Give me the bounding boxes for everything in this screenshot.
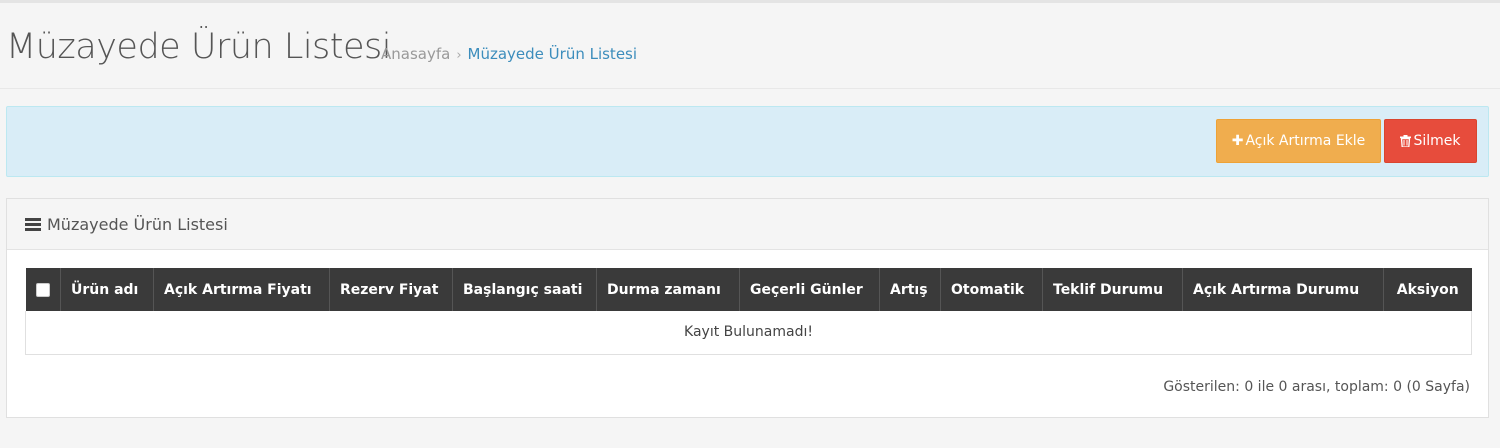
breadcrumb: Anasayfa › Müzayede Ürün Listesi — [381, 45, 637, 63]
pagination-summary: Gösterilen: 0 ile 0 arası, toplam: 0 (0 … — [1163, 379, 1470, 395]
product-table: Ürün adı Açık Artırma Fiyatı Rezerv Fiya… — [25, 268, 1472, 355]
empty-row: Kayıt Bulunamadı! — [25, 311, 1472, 355]
breadcrumb-separator: › — [456, 48, 462, 63]
column-header-action: Aksiyon — [1383, 268, 1472, 311]
column-header-auction-price[interactable]: Açık Artırma Fiyatı — [153, 268, 330, 311]
delete-button[interactable]: Silmek — [1384, 119, 1477, 163]
breadcrumb-home-link[interactable]: Anasayfa — [381, 45, 450, 63]
table-header-row: Ürün adı Açık Artırma Fiyatı Rezerv Fiya… — [25, 268, 1472, 311]
column-header-automatic[interactable]: Otomatik — [940, 268, 1043, 311]
page-header: Müzayede Ürün Listesi Anasayfa › Müzayede … — [0, 3, 1500, 89]
panel-header: Müzayede Ürün Listesi — [7, 199, 1488, 250]
product-list-panel: Müzayede Ürün Listesi Ürün adı Açık Artı… — [6, 198, 1489, 418]
panel-title: Müzayede Ürün Listesi — [47, 214, 228, 234]
empty-message: Kayıt Bulunamadı! — [25, 311, 1472, 355]
column-header-valid-days[interactable]: Geçerli Günler — [739, 268, 880, 311]
trash-icon — [1400, 135, 1412, 147]
column-header-increment[interactable]: Artış — [879, 268, 941, 311]
column-header-start-time[interactable]: Başlangıç saati — [452, 268, 597, 311]
select-all-checkbox[interactable] — [35, 282, 50, 297]
page-title: Müzayede Ürün Listesi — [6, 27, 392, 67]
column-header-auction-status[interactable]: Açık Artırma Durumu — [1182, 268, 1384, 311]
list-icon — [25, 217, 41, 231]
column-header-product-name[interactable]: Ürün adı — [60, 268, 154, 311]
add-auction-button[interactable]: ✚ Açık Artırma Ekle — [1216, 119, 1381, 163]
delete-label: Silmek — [1413, 133, 1461, 149]
plus-icon: ✚ — [1231, 133, 1244, 149]
select-all-cell — [25, 268, 61, 311]
column-header-bid-status[interactable]: Teklif Durumu — [1042, 268, 1183, 311]
breadcrumb-current: Müzayede Ürün Listesi — [467, 45, 638, 63]
column-header-reserve-price[interactable]: Rezerv Fiyat — [329, 268, 453, 311]
add-auction-label: Açık Artırma Ekle — [1245, 133, 1366, 149]
action-bar: ✚ Açık Artırma Ekle Silmek — [6, 106, 1489, 177]
column-header-stop-time[interactable]: Durma zamanı — [596, 268, 740, 311]
